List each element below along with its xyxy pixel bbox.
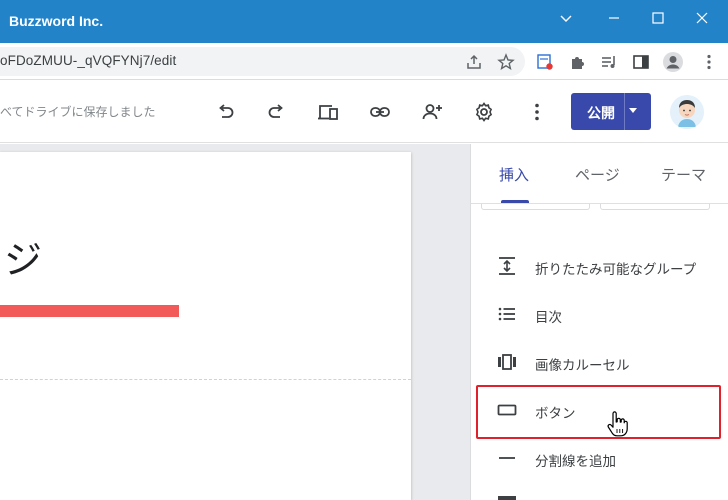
publish-dropdown-caret-icon[interactable] bbox=[629, 108, 637, 113]
image-carousel-icon bbox=[498, 354, 516, 370]
title-accent-bar bbox=[0, 305, 179, 317]
address-bar: oFDoZMUU-_qVQFYNj7/edit bbox=[0, 43, 728, 80]
minimize-icon[interactable] bbox=[604, 8, 624, 28]
layout-tile[interactable] bbox=[481, 204, 590, 210]
collapsible-group-icon bbox=[499, 257, 515, 275]
preview-devices-icon[interactable] bbox=[317, 101, 339, 123]
partial-item-icon bbox=[498, 496, 516, 500]
tab-themes[interactable]: テーマ bbox=[661, 164, 706, 185]
insert-item-label: 目次 bbox=[535, 310, 562, 326]
avatar-face-icon bbox=[670, 95, 704, 129]
page-title[interactable]: ジ bbox=[4, 229, 42, 284]
media-queue-icon[interactable] bbox=[600, 53, 618, 71]
publish-label: 公開 bbox=[587, 106, 615, 122]
page-preview[interactable]: ジ bbox=[0, 152, 411, 500]
settings-gear-icon[interactable] bbox=[473, 101, 495, 123]
insert-item-label: 折りたたみ可能なグループ bbox=[535, 262, 697, 278]
extensions-puzzle-icon[interactable] bbox=[568, 53, 586, 71]
undo-icon[interactable] bbox=[214, 101, 236, 123]
extension-page-icon[interactable] bbox=[536, 53, 554, 71]
bookmark-star-icon[interactable] bbox=[497, 53, 515, 71]
redo-icon[interactable] bbox=[266, 101, 288, 123]
divider-icon bbox=[499, 457, 515, 459]
publish-button[interactable]: 公開 bbox=[571, 93, 651, 130]
insert-item-label: 分割線を追加 bbox=[535, 454, 616, 470]
profile-icon[interactable] bbox=[662, 51, 684, 73]
insert-collapsible-group[interactable]: 折りたたみ可能なグループ bbox=[471, 244, 728, 288]
maximize-icon[interactable] bbox=[648, 8, 668, 28]
share-icon[interactable] bbox=[465, 53, 483, 71]
insert-image-carousel[interactable]: 画像カルーセル bbox=[471, 340, 728, 384]
add-person-icon[interactable] bbox=[421, 101, 443, 123]
side-panel-icon[interactable] bbox=[632, 53, 650, 71]
insert-divider[interactable]: 分割線を追加 bbox=[471, 436, 728, 480]
insert-item-label: 画像カルーセル bbox=[535, 358, 630, 374]
hand-pointer-cursor-icon bbox=[607, 411, 628, 437]
editor-toolbar: べてドライブに保存しました 公開 bbox=[0, 81, 728, 143]
table-of-contents-icon bbox=[498, 307, 515, 321]
tab-pages[interactable]: ページ bbox=[575, 164, 620, 185]
tab-insert[interactable]: 挿入 bbox=[499, 164, 529, 185]
url-text[interactable]: oFDoZMUU-_qVQFYNj7/edit bbox=[0, 53, 176, 68]
browser-menu-icon[interactable] bbox=[700, 53, 718, 71]
user-avatar[interactable] bbox=[670, 95, 704, 129]
window-titlebar: Buzzword Inc. bbox=[0, 0, 728, 43]
close-icon[interactable] bbox=[692, 8, 712, 28]
save-status: べてドライブに保存しました bbox=[0, 105, 156, 119]
insert-panel: 挿入 ページ テーマ 折りたたみ可能なグループ 目次 画像カルーセル ボタン 分… bbox=[470, 144, 728, 500]
chevron-down-icon[interactable] bbox=[556, 8, 576, 28]
link-icon[interactable] bbox=[369, 101, 391, 123]
highlight-annotation-box bbox=[476, 385, 721, 439]
insert-table-of-contents[interactable]: 目次 bbox=[471, 292, 728, 336]
section-divider bbox=[0, 379, 411, 380]
layout-tile[interactable] bbox=[600, 204, 710, 210]
more-options-icon[interactable] bbox=[526, 101, 548, 123]
publish-split-divider bbox=[624, 93, 625, 130]
window-title: Buzzword Inc. bbox=[9, 13, 104, 29]
